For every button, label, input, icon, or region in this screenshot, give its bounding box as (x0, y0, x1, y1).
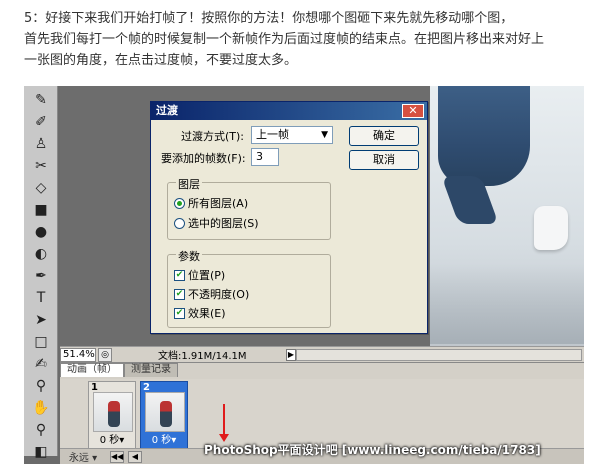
close-icon[interactable]: ✕ (402, 104, 424, 118)
frame-2[interactable]: 2 0 秒▾ (140, 381, 188, 449)
params-group: 参数 ✔ 位置(P) ✔ 不透明度(O) ✔ 效果(E) (167, 248, 331, 328)
checkbox-effects[interactable]: ✔ 效果(E) (174, 305, 226, 321)
eraser-icon[interactable]: ◇ (30, 178, 52, 198)
tween-dialog: 过渡 ✕ 过渡方式(T): 上一帧 ▼ 要添加的帧数(F): 3 确定 取消 图… (150, 101, 428, 334)
checkbox-position-label: 位置(P) (188, 269, 226, 282)
shape-icon[interactable]: □ (30, 332, 52, 352)
horizontal-scrollbar[interactable] (296, 349, 582, 361)
radio-all-layers[interactable]: 所有图层(A) (174, 195, 248, 211)
frame-delay[interactable]: 0 秒▾ (89, 431, 135, 446)
blur-icon[interactable]: ● (30, 222, 52, 242)
checkbox-effects-label: 效果(E) (188, 307, 226, 320)
toolbox: ✎ ✐ ♙ ✂ ◇ ■ ● ◐ ✒ T ➤ □ ✍ ⚲ ✋ ⚲ ◧ (24, 86, 58, 460)
article-line-2: 首先我们每打一个帧的时候复制一个新帧作为后面过度帧的结束点。在把图片移出来对好上 (24, 32, 545, 47)
dialog-title-bar: 过渡 ✕ (151, 102, 427, 120)
photo-sneaker (534, 206, 568, 250)
zoom-icon[interactable]: ⚲ (30, 420, 52, 440)
radio-all-layers-label: 所有图层(A) (188, 197, 249, 210)
radio-selected-layers[interactable]: 选中的图层(S) (174, 215, 259, 231)
photo-dancer (430, 86, 584, 348)
hand-icon[interactable]: ✋ (30, 398, 52, 418)
tab-measurement-log[interactable]: 测量记录 (124, 363, 178, 377)
frames-to-add-label: 要添加的帧数(F): (161, 152, 246, 165)
radio-selected-layers-label: 选中的图层(S) (188, 217, 259, 230)
dialog-title: 过渡 (156, 104, 178, 117)
checkbox-opacity[interactable]: ✔ 不透明度(O) (174, 286, 249, 302)
frames-to-add-input[interactable]: 3 (251, 148, 279, 166)
color-swatch-icon[interactable]: ◧ (30, 442, 52, 462)
photoshop-screenshot: ✎ ✐ ♙ ✂ ◇ ■ ● ◐ ✒ T ➤ □ ✍ ⚲ ✋ ⚲ ◧ 51.4% … (24, 86, 584, 464)
photo-floor (430, 264, 584, 344)
red-arrow (223, 404, 225, 438)
gradient-icon[interactable]: ■ (30, 200, 52, 220)
layers-group: 图层 所有图层(A) 选中的图层(S) (167, 176, 331, 240)
frame-thumbnail (145, 392, 185, 432)
radio-unselected-icon (174, 217, 185, 229)
path-select-icon[interactable]: ➤ (30, 310, 52, 330)
tab-animation-frames[interactable]: 动画（帧） (60, 363, 124, 377)
checkmark-icon: ✔ (174, 307, 185, 319)
first-frame-icon[interactable]: ◀◀ (110, 450, 124, 463)
pencil-icon[interactable]: ✐ (30, 112, 52, 132)
checkbox-position[interactable]: ✔ 位置(P) (174, 267, 225, 283)
ok-button[interactable]: 确定 (349, 126, 419, 146)
article-line-1: 5：好接下来我们开始打帧了！按照你的方法！你想哪个图砸下来先就先移动哪个图， (24, 11, 514, 26)
status-menu-icon[interactable]: ◎ (98, 347, 112, 362)
article-line-3: 一张图的角度，在点击过度帧，不要过度太多。 (24, 53, 298, 68)
checkbox-opacity-label: 不透明度(O) (188, 288, 250, 301)
frame-1[interactable]: 1 0 秒▾ (88, 381, 136, 449)
watermark: PhotoShop平面设计吧 [www.lineeg.com/tieba/178… (204, 443, 541, 457)
thumbnail-figure (160, 401, 172, 427)
frame-thumbnail (93, 392, 133, 432)
photo-jeans (438, 86, 530, 186)
checkmark-icon: ✔ (174, 288, 185, 300)
radio-selected-icon (174, 197, 185, 209)
zoom-field[interactable]: 51.4% (60, 347, 96, 362)
eyedropper-icon[interactable]: ⚲ (30, 376, 52, 396)
pen-icon[interactable]: ✒ (30, 266, 52, 286)
stamp-icon[interactable]: ♙ (30, 134, 52, 154)
layers-group-title: 图层 (176, 176, 202, 192)
thumbnail-figure (108, 401, 120, 427)
type-icon[interactable]: T (30, 288, 52, 308)
frames-strip: 1 0 秒▾ 2 0 秒▾ (60, 379, 584, 449)
checkmark-icon: ✔ (174, 269, 185, 281)
loop-select[interactable]: 永远 ▾ (60, 449, 106, 464)
tween-method-label: 过渡方式(T): (181, 130, 245, 143)
params-group-title: 参数 (176, 248, 202, 264)
tween-method-value: 上一帧 (256, 128, 289, 141)
prev-frame-icon[interactable]: ◀ (128, 450, 142, 463)
brush-icon[interactable]: ✎ (30, 90, 52, 110)
history-brush-icon[interactable]: ✂ (30, 156, 52, 176)
notes-icon[interactable]: ✍ (30, 354, 52, 374)
frame-delay[interactable]: 0 秒▾ (141, 431, 187, 446)
cancel-button[interactable]: 取消 (349, 150, 419, 170)
scroll-arrow-icon[interactable]: ▶ (286, 349, 296, 361)
article-text: 5：好接下来我们开始打帧了！按照你的方法！你想哪个图砸下来先就先移动哪个图， 首… (24, 8, 584, 71)
animation-tabs: 动画（帧） 测量记录 (60, 363, 584, 377)
tween-method-select[interactable]: 上一帧 ▼ (251, 126, 333, 144)
status-bar: 51.4% ◎ 文档:1.91M/14.1M ▶ (60, 346, 584, 362)
doc-info: 文档:1.91M/14.1M (158, 351, 247, 362)
chevron-down-icon: ▼ (321, 130, 328, 140)
dodge-icon[interactable]: ◐ (30, 244, 52, 264)
